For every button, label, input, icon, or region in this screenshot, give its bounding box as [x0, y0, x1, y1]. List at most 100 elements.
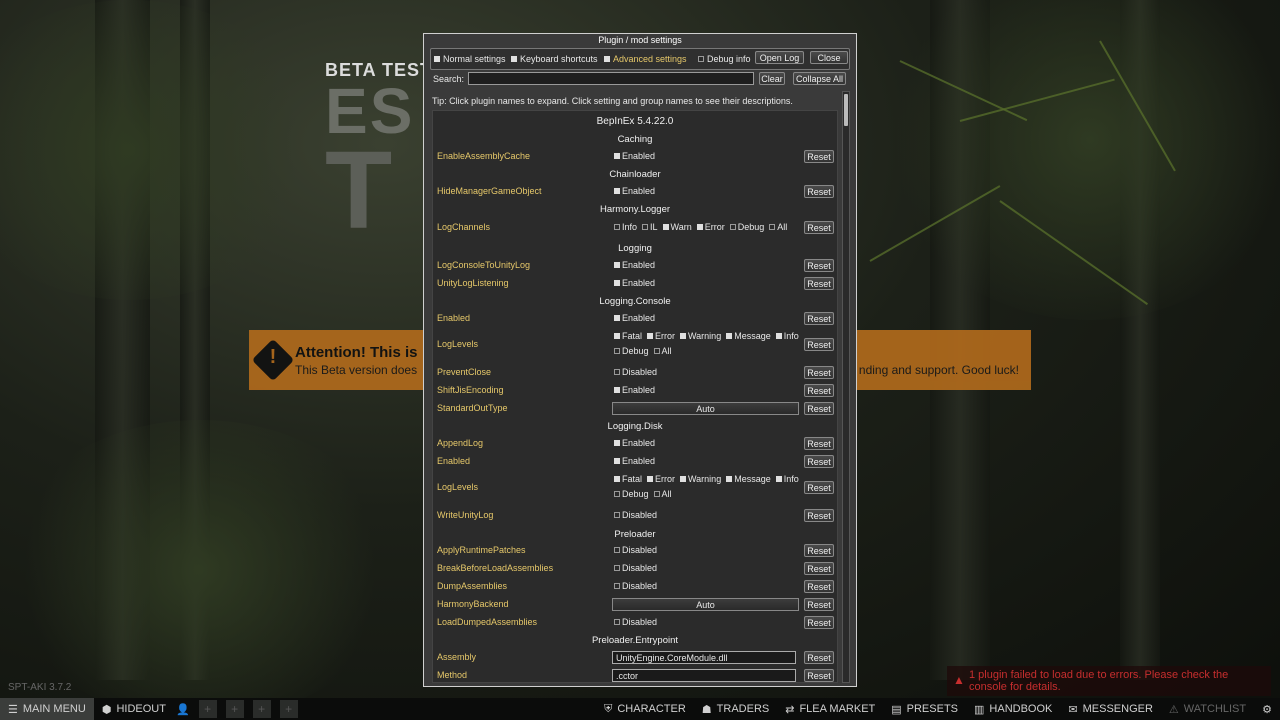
option-info[interactable]: Info	[775, 331, 799, 341]
setting-name-prevent-close[interactable]: PreventClose	[437, 367, 491, 377]
clear-button[interactable]: Clear	[759, 72, 785, 85]
reset-button[interactable]: Reset	[804, 312, 834, 325]
character-button[interactable]: ⛨ CHARACTER	[596, 698, 694, 720]
setting-name-enable-assembly-cache[interactable]: EnableAssemblyCache	[437, 151, 530, 161]
option-enabled[interactable]: Enabled	[614, 186, 655, 196]
group-title-preloader[interactable]: Preloader	[433, 529, 837, 540]
option-disabled[interactable]: Disabled	[614, 367, 657, 377]
setting-name-enabled[interactable]: Enabled	[437, 456, 470, 466]
option-debug[interactable]: Debug	[729, 222, 764, 232]
reset-button[interactable]: Reset	[804, 185, 834, 198]
option-all[interactable]: All	[653, 346, 672, 356]
watchlist-button[interactable]: ⚠ WATCHLIST	[1161, 698, 1254, 720]
reset-button[interactable]: Reset	[804, 221, 834, 234]
group-title-chainloader[interactable]: Chainloader	[433, 169, 837, 180]
group-title-logging-console[interactable]: Logging.Console	[433, 296, 837, 307]
setting-dropdown[interactable]: Auto	[612, 402, 799, 415]
setting-name-standard-out-type[interactable]: StandardOutType	[437, 403, 508, 413]
setting-name-assembly[interactable]: Assembly	[437, 652, 476, 662]
option-disabled[interactable]: Disabled	[614, 545, 657, 555]
reset-button[interactable]: Reset	[804, 598, 834, 611]
reset-button[interactable]: Reset	[804, 562, 834, 575]
setting-name-method[interactable]: Method	[437, 670, 467, 680]
setting-name-dump-assemblies[interactable]: DumpAssemblies	[437, 581, 507, 591]
option-enabled[interactable]: Enabled	[614, 151, 655, 161]
setting-name-hide-manager-game-object[interactable]: HideManagerGameObject	[437, 186, 542, 196]
quick-slot-add-icon[interactable]: +	[198, 700, 217, 718]
reset-button[interactable]: Reset	[804, 150, 834, 163]
main-menu-button[interactable]: ☰ MAIN MENU	[0, 698, 94, 720]
setting-name-append-log[interactable]: AppendLog	[437, 438, 483, 448]
option-il[interactable]: IL	[642, 222, 658, 232]
option-warn[interactable]: Warn	[662, 222, 692, 232]
setting-name-shift-jis-encoding[interactable]: ShiftJisEncoding	[437, 385, 504, 395]
option-info[interactable]: Info	[775, 474, 799, 484]
settings-button[interactable]: ⚙	[1254, 698, 1280, 720]
option-enabled[interactable]: Enabled	[614, 385, 655, 395]
option-info[interactable]: Info	[614, 222, 637, 232]
option-debug[interactable]: Debug	[614, 346, 649, 356]
setting-name-enabled[interactable]: Enabled	[437, 313, 470, 323]
messenger-button[interactable]: ✉ MESSENGER	[1060, 698, 1161, 720]
traders-button[interactable]: ☗ TRADERS	[694, 698, 777, 720]
quick-slot-add-icon[interactable]: +	[252, 700, 271, 718]
open-log-button[interactable]: Open Log	[755, 51, 804, 64]
group-title-caching[interactable]: Caching	[433, 134, 837, 145]
collapse-all-button[interactable]: Collapse All	[793, 72, 846, 85]
option-warning[interactable]: Warning	[680, 474, 721, 484]
option-all[interactable]: All	[653, 489, 672, 499]
option-disabled[interactable]: Disabled	[614, 563, 657, 573]
scrollbar-thumb[interactable]	[844, 94, 848, 126]
option-fatal[interactable]: Fatal	[614, 331, 642, 341]
option-disabled[interactable]: Disabled	[614, 581, 657, 591]
reset-button[interactable]: Reset	[804, 338, 834, 351]
setting-text-field[interactable]: UnityEngine.CoreModule.dll	[612, 651, 796, 664]
reset-button[interactable]: Reset	[804, 437, 834, 450]
handbook-button[interactable]: ▥ HANDBOOK	[966, 698, 1060, 720]
reset-button[interactable]: Reset	[804, 384, 834, 397]
scrollbar[interactable]	[842, 91, 850, 683]
group-title-harmony-logger[interactable]: Harmony.Logger	[433, 204, 837, 215]
option-disabled[interactable]: Disabled	[614, 617, 657, 627]
advanced-settings-toggle[interactable]: Advanced settings	[604, 54, 687, 64]
option-disabled[interactable]: Disabled	[614, 510, 657, 520]
option-debug[interactable]: Debug	[614, 489, 649, 499]
quick-slot-add-icon[interactable]: +	[225, 700, 244, 718]
reset-button[interactable]: Reset	[804, 277, 834, 290]
option-enabled[interactable]: Enabled	[614, 313, 655, 323]
search-input[interactable]	[468, 72, 754, 85]
reset-button[interactable]: Reset	[804, 455, 834, 468]
setting-name-log-channels[interactable]: LogChannels	[437, 222, 490, 232]
reset-button[interactable]: Reset	[804, 580, 834, 593]
setting-name-unity-log-listening[interactable]: UnityLogListening	[437, 278, 509, 288]
option-enabled[interactable]: Enabled	[614, 438, 655, 448]
option-error[interactable]: Error	[647, 331, 675, 341]
setting-name-apply-runtime-patches[interactable]: ApplyRuntimePatches	[437, 545, 526, 555]
setting-name-harmony-backend[interactable]: HarmonyBackend	[437, 599, 509, 609]
option-enabled[interactable]: Enabled	[614, 260, 655, 270]
reset-button[interactable]: Reset	[804, 616, 834, 629]
plugin-title-bepinex[interactable]: BepInEx 5.4.22.0	[433, 116, 837, 127]
option-enabled[interactable]: Enabled	[614, 456, 655, 466]
debug-info-toggle[interactable]: Debug info	[698, 54, 751, 64]
setting-name-log-levels[interactable]: LogLevels	[437, 482, 478, 492]
option-error[interactable]: Error	[696, 222, 725, 232]
reset-button[interactable]: Reset	[804, 366, 834, 379]
setting-name-log-console-to-unity-log[interactable]: LogConsoleToUnityLog	[437, 260, 530, 270]
setting-name-load-dumped-assemblies[interactable]: LoadDumpedAssemblies	[437, 617, 537, 627]
setting-name-write-unity-log[interactable]: WriteUnityLog	[437, 510, 493, 520]
reset-button[interactable]: Reset	[804, 669, 834, 682]
setting-dropdown[interactable]: Auto	[612, 598, 799, 611]
reset-button[interactable]: Reset	[804, 402, 834, 415]
reset-button[interactable]: Reset	[804, 259, 834, 272]
reset-button[interactable]: Reset	[804, 544, 834, 557]
user-icon[interactable]: 👤	[176, 703, 190, 716]
normal-settings-toggle[interactable]: Normal settings	[434, 54, 506, 64]
setting-name-break-before-load-assemblies[interactable]: BreakBeforeLoadAssemblies	[437, 563, 553, 573]
option-all[interactable]: All	[769, 222, 787, 232]
setting-name-log-levels[interactable]: LogLevels	[437, 339, 478, 349]
group-title-logging-disk[interactable]: Logging.Disk	[433, 421, 837, 432]
reset-button[interactable]: Reset	[804, 509, 834, 522]
option-enabled[interactable]: Enabled	[614, 278, 655, 288]
option-error[interactable]: Error	[647, 474, 675, 484]
